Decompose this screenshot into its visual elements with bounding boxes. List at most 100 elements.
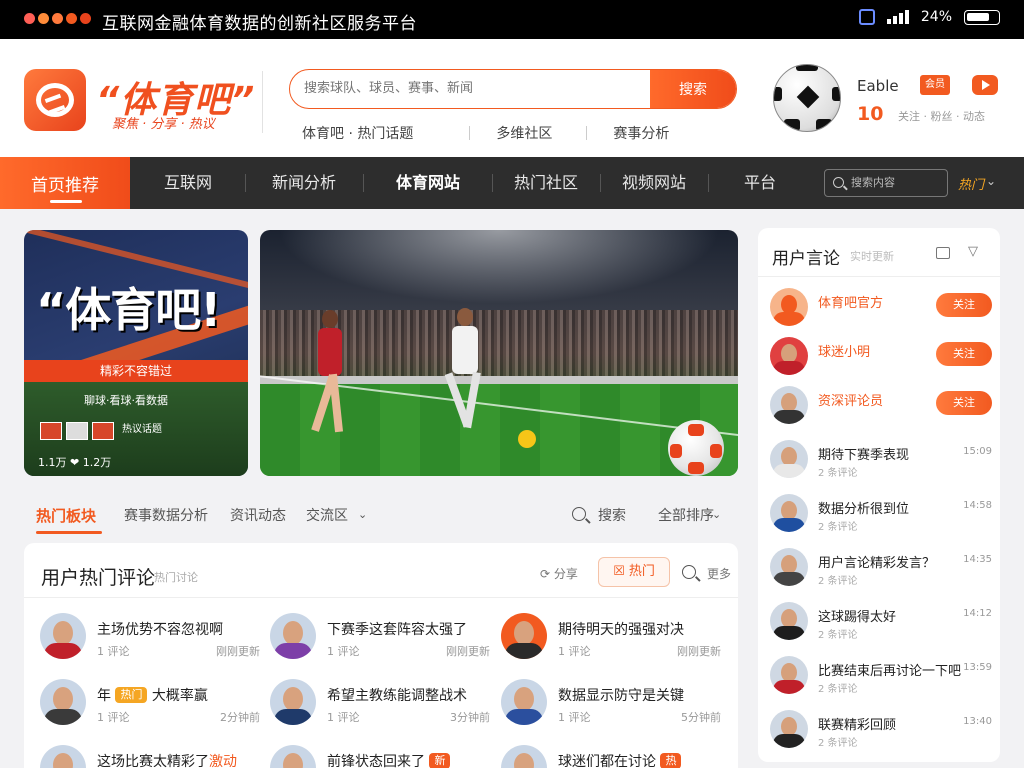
window-title: 互联网金融体育数据的创新社区服务平台 <box>102 14 417 34</box>
avatar[interactable] <box>501 679 547 725</box>
comment-item[interactable]: 数据显示防守是关键 1 评论 5分钟前 <box>501 679 721 739</box>
nav-hot-link[interactable]: 热门 <box>958 174 984 193</box>
nav-item[interactable]: 热门社区 <box>496 157 596 209</box>
avatar[interactable] <box>40 745 86 768</box>
avatar[interactable] <box>770 710 808 748</box>
comment-meta: 1 评论 <box>327 711 360 724</box>
nav-item[interactable]: 体育网站 <box>370 157 486 209</box>
window-dot[interactable] <box>66 13 77 24</box>
chevron-down-icon[interactable]: ▽ <box>968 244 978 259</box>
tab-search-label[interactable]: 搜索 <box>598 505 626 525</box>
comment-item[interactable]: 下赛季这套阵容太强了 1 评论 刚刚更新 <box>270 613 490 673</box>
nav-search-input[interactable]: 搜索内容 <box>824 169 948 197</box>
sort-dropdown[interactable]: 全部排序 <box>658 505 714 525</box>
sidebar-subtitle: 实时更新 <box>850 250 894 263</box>
avatar[interactable] <box>40 679 86 725</box>
follow-button[interactable]: 关注 <box>936 391 992 415</box>
member-badge[interactable]: 会员 <box>920 75 950 95</box>
avatar[interactable] <box>270 613 316 659</box>
comment-text: 数据显示防守是关键 <box>558 688 684 704</box>
promo-card[interactable]: “体育吧! 精彩不容错过 聊球·看球·看数据 热议话题 1.1万 ❤ 1.2万 <box>24 230 248 476</box>
search-button[interactable]: 搜索 <box>650 70 736 108</box>
comment-count: 2 条评论 <box>818 522 858 533</box>
sidebar-comment-row[interactable]: 数据分析很到位 2 条评论 14:58 <box>770 492 992 536</box>
comment-meta: 1 评论 <box>97 711 130 724</box>
share-button[interactable]: ⟳ 分享 <box>540 565 578 582</box>
play-icon[interactable] <box>972 75 998 95</box>
sidebar-comment-row[interactable]: 比赛结束后再讨论一下吧 2 条评论 13:59 <box>770 654 992 698</box>
nav-item[interactable]: 新闻分析 <box>252 157 356 209</box>
avatar[interactable] <box>770 288 808 326</box>
subnav-item[interactable]: 体育吧 · 热门话题 <box>302 123 413 143</box>
comment-text: 年 热门 大概率赢 <box>97 685 208 705</box>
comment-item[interactable]: 希望主教练能调整战术 1 评论 3分钟前 <box>270 679 490 739</box>
comment-item[interactable]: 前锋状态回来了 新 <box>270 745 490 768</box>
comment-item[interactable]: 球迷们都在讨论 热 <box>501 745 721 768</box>
hot-filter-button[interactable]: ☒ 热门 <box>598 557 670 587</box>
avatar[interactable] <box>270 679 316 725</box>
comment-count: 2 条评论 <box>818 630 858 641</box>
avatar[interactable] <box>770 386 808 424</box>
comment-item[interactable]: 期待明天的强强对决 1 评论 刚刚更新 <box>501 613 721 673</box>
thumb-icon <box>40 422 62 440</box>
avatar[interactable] <box>770 440 808 478</box>
section-tabs: 热门板块 赛事数据分析 资讯动态 交流区 ⌄ 搜索 全部排序 ⌄ <box>24 493 738 535</box>
logo-icon[interactable] <box>24 69 86 131</box>
sidebar-comment-row[interactable]: 期待下赛季表现 2 条评论 15:09 <box>770 438 992 482</box>
avatar[interactable] <box>770 602 808 640</box>
app-icon[interactable] <box>858 9 875 25</box>
avatar[interactable] <box>770 494 808 532</box>
tab-underline <box>36 531 102 534</box>
chevron-down-icon[interactable]: ⌄ <box>986 174 996 188</box>
subnav-item[interactable]: 多维社区 <box>496 123 552 143</box>
avatar[interactable] <box>501 745 547 768</box>
chevron-down-icon[interactable]: ⌄ <box>712 508 721 521</box>
sidebar-comment-row[interactable]: 用户言论精彩发言？ 2 条评论 14:35 <box>770 546 992 590</box>
share-label: 分享 <box>553 567 578 581</box>
avatar[interactable] <box>40 613 86 659</box>
window-dot[interactable] <box>24 13 35 24</box>
window-dot[interactable] <box>52 13 63 24</box>
sidebar-user-row[interactable]: 资深评论员 关注 <box>770 384 992 428</box>
follow-button[interactable]: 关注 <box>936 293 992 317</box>
search-input[interactable] <box>304 70 644 107</box>
user-name[interactable]: Eable <box>857 77 899 95</box>
comment-item[interactable]: 年 热门 大概率赢 1 评论 2分钟前 <box>40 679 260 739</box>
tab-data[interactable]: 赛事数据分析 <box>124 505 208 525</box>
hero-match-image[interactable] <box>260 230 738 476</box>
promo-thumbnails <box>40 422 114 440</box>
nav-item-home[interactable]: 首页推荐 <box>0 157 130 209</box>
sidebar-comment-row[interactable]: 联赛精彩回顾 2 条评论 13:40 <box>770 708 992 752</box>
follow-button[interactable]: 关注 <box>936 342 992 366</box>
nav-item[interactable]: 视频网站 <box>604 157 704 209</box>
comment-item[interactable]: 主场优势不容忽视啊 1 评论 刚刚更新 <box>40 613 260 673</box>
sidebar-user-row[interactable]: 体育吧官方 关注 <box>770 286 992 330</box>
tab-forum[interactable]: 交流区 <box>306 505 348 525</box>
avatar[interactable] <box>270 745 316 768</box>
avatar[interactable] <box>770 656 808 694</box>
more-button[interactable]: 更多 <box>707 565 731 582</box>
chevron-down-icon[interactable]: ⌄ <box>358 508 367 521</box>
sidebar-comment-row[interactable]: 这球踢得太好 2 条评论 14:12 <box>770 600 992 644</box>
nav-item[interactable]: 互联网 <box>138 157 238 209</box>
ball-icon <box>518 430 536 448</box>
nav-item[interactable]: 平台 <box>712 157 808 209</box>
search-icon[interactable] <box>572 507 586 521</box>
subnav-item[interactable]: 赛事分析 <box>613 123 669 143</box>
user-avatar-ball-icon[interactable] <box>773 64 841 132</box>
sidebar-user-row[interactable]: 球迷小明 关注 <box>770 335 992 379</box>
comment-text: 联赛精彩回顾 <box>818 718 897 733</box>
search-icon[interactable] <box>682 565 696 579</box>
signal-icon <box>886 10 909 24</box>
divider <box>492 174 493 192</box>
comment-item[interactable]: 这场比赛太精彩了激动 <box>40 745 260 768</box>
thumb-icon <box>92 422 114 440</box>
tab-hot[interactable]: 热门板块 <box>36 505 96 526</box>
window-dot[interactable] <box>80 13 91 24</box>
avatar[interactable] <box>770 337 808 375</box>
window-dot[interactable] <box>38 13 49 24</box>
message-icon[interactable] <box>936 247 950 259</box>
tab-news[interactable]: 资讯动态 <box>230 505 286 525</box>
avatar[interactable] <box>770 548 808 586</box>
avatar[interactable] <box>501 613 547 659</box>
